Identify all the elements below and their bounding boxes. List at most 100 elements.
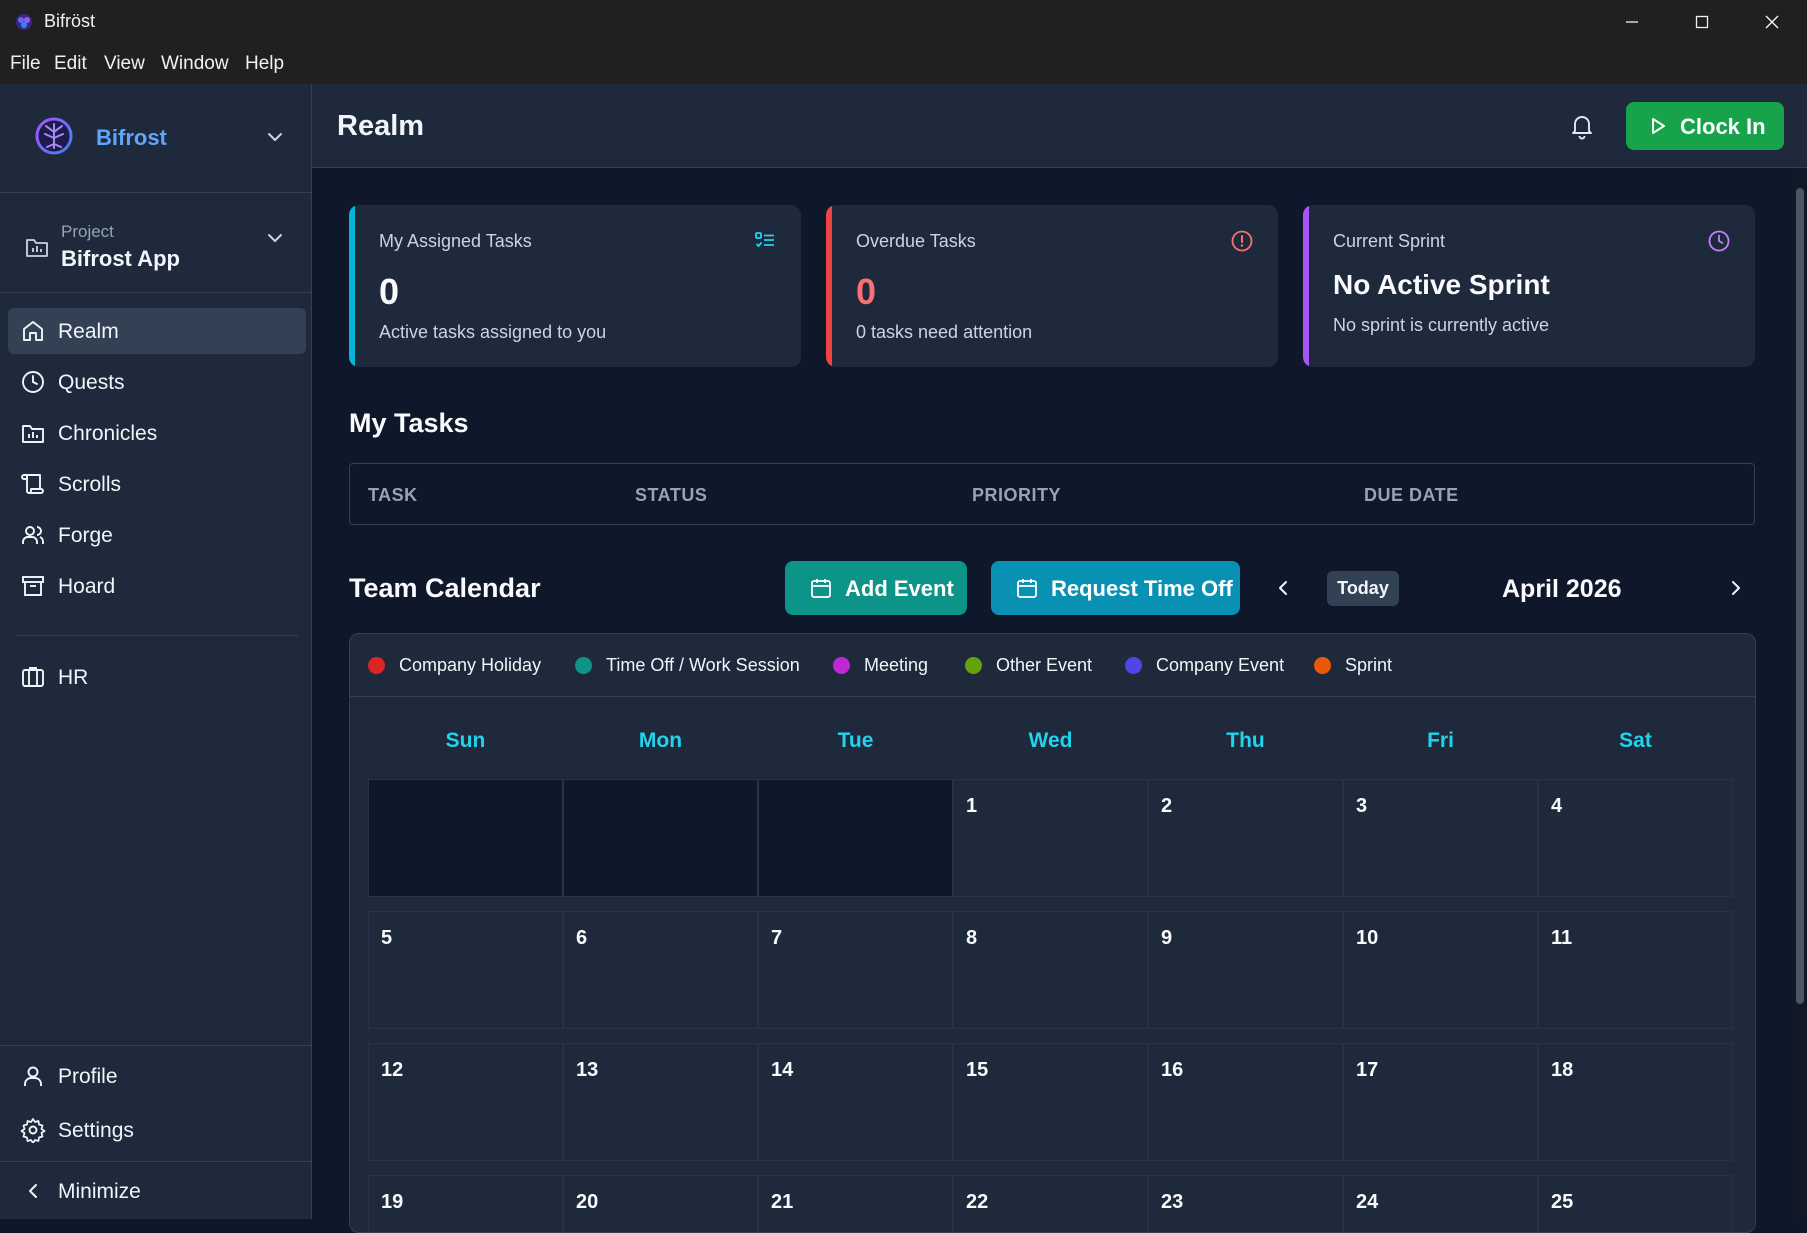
day-cell[interactable]: 24 — [1343, 1175, 1538, 1232]
sidebar-item-quests[interactable]: Quests — [8, 359, 306, 405]
day-cell[interactable]: 25 — [1538, 1175, 1733, 1232]
chevron-right-icon[interactable] — [1724, 576, 1748, 600]
add-event-label: Add Event — [845, 576, 954, 601]
day-cell[interactable]: 8 — [953, 911, 1148, 1029]
card-title: Overdue Tasks — [856, 231, 976, 251]
day-cell[interactable]: 14 — [758, 1043, 953, 1161]
card-accent — [349, 205, 355, 367]
clock-in-button[interactable]: Clock In — [1626, 102, 1784, 150]
calendar-panel: Company Holiday Time Off / Work Session … — [349, 633, 1756, 1233]
menu-edit[interactable]: Edit — [54, 53, 87, 75]
alert-circle-icon — [1230, 229, 1254, 253]
day-cell[interactable]: 12 — [368, 1043, 563, 1161]
overdue-tasks-card: Overdue Tasks 0 0 tasks need attention — [826, 205, 1278, 367]
day-cell[interactable]: 20 — [563, 1175, 758, 1232]
sidebar-item-forge[interactable]: Forge — [8, 512, 306, 558]
project-switcher[interactable]: Project Bifrost App — [0, 192, 311, 293]
page-title: Realm — [337, 110, 425, 142]
day-number: 10 — [1356, 927, 1379, 949]
legend-item-meeting: Meeting — [833, 655, 928, 676]
day-cell[interactable]: 11 — [1538, 911, 1733, 1029]
day-number: 21 — [771, 1191, 794, 1213]
sidebar-item-realm[interactable]: Realm — [8, 308, 306, 354]
scrollbar-thumb[interactable] — [1796, 188, 1804, 1004]
day-number: 3 — [1356, 795, 1368, 817]
day-cell[interactable]: 21 — [758, 1175, 953, 1232]
day-cell[interactable]: 16 — [1148, 1043, 1343, 1161]
clock-icon — [20, 369, 46, 395]
sidebar-item-label: HR — [58, 666, 89, 689]
sidebar-minimize-button[interactable]: Minimize — [8, 1168, 306, 1214]
sidebar-item-scrolls[interactable]: Scrolls — [8, 461, 306, 507]
sidebar-item-hoard[interactable]: Hoard — [8, 563, 306, 609]
column-header-priority[interactable]: PRIORITY — [972, 485, 1061, 506]
add-event-button[interactable]: Add Event — [785, 561, 967, 615]
day-cell[interactable]: 15 — [953, 1043, 1148, 1161]
scroll-icon — [20, 471, 46, 497]
weekday-fri: Fri — [1427, 729, 1454, 752]
day-number: 16 — [1161, 1059, 1184, 1081]
user-icon — [20, 1063, 46, 1089]
card-title: Current Sprint — [1333, 231, 1446, 251]
calendar-icon — [809, 576, 833, 600]
day-cell[interactable]: 1 — [953, 779, 1148, 897]
menu-window[interactable]: Window — [161, 53, 229, 75]
sidebar-item-label: Realm — [58, 320, 119, 343]
legend-label: Sprint — [1345, 655, 1393, 675]
day-cell[interactable]: 3 — [1343, 779, 1538, 897]
legend-item-company-holiday: Company Holiday — [368, 655, 541, 676]
legend-item-time-off: Time Off / Work Session — [575, 655, 800, 676]
day-number: 6 — [576, 927, 588, 949]
day-cell[interactable]: 23 — [1148, 1175, 1343, 1232]
day-cell[interactable]: 6 — [563, 911, 758, 1029]
close-window-button[interactable] — [1737, 0, 1807, 44]
menu-view[interactable]: View — [104, 53, 145, 75]
request-time-off-button[interactable]: Request Time Off — [991, 561, 1240, 615]
calendar-icon — [1015, 576, 1039, 600]
sidebar-item-label: Forge — [58, 524, 113, 547]
team-calendar-title: Team Calendar — [349, 573, 541, 603]
my-tasks-title: My Tasks — [349, 408, 469, 438]
day-cell[interactable]: 22 — [953, 1175, 1148, 1232]
sidebar-item-label: Scrolls — [58, 473, 122, 496]
column-header-status[interactable]: STATUS — [635, 485, 707, 506]
sidebar-item-chronicles[interactable]: Chronicles — [8, 410, 306, 456]
day-number: 24 — [1356, 1191, 1379, 1213]
clock-in-label: Clock In — [1680, 114, 1766, 139]
weekday-wed: Wed — [1028, 729, 1073, 752]
day-cell[interactable]: 5 — [368, 911, 563, 1029]
day-number: 14 — [771, 1059, 794, 1081]
day-cell[interactable]: 17 — [1343, 1043, 1538, 1161]
sidebar-item-profile[interactable]: Profile — [8, 1053, 306, 1099]
day-cell-empty — [758, 779, 953, 897]
day-cell[interactable]: 13 — [563, 1043, 758, 1161]
maximize-window-button[interactable] — [1667, 0, 1737, 44]
bell-icon[interactable] — [1568, 112, 1596, 140]
main-scrollbar[interactable] — [1793, 170, 1805, 1219]
day-cell[interactable]: 7 — [758, 911, 953, 1029]
minimize-window-button[interactable] — [1597, 0, 1667, 44]
chevron-left-icon[interactable] — [1271, 576, 1295, 600]
workspace-name: Bifrost — [96, 125, 167, 150]
column-header-task[interactable]: TASK — [368, 485, 418, 506]
menu-help[interactable]: Help — [245, 53, 284, 75]
request-time-off-label: Request Time Off — [1051, 576, 1233, 601]
day-cell[interactable]: 4 — [1538, 779, 1733, 897]
briefcase-icon — [20, 664, 46, 690]
day-number: 22 — [966, 1191, 989, 1213]
folder-chart-icon — [24, 234, 50, 260]
column-header-due-date[interactable]: DUE DATE — [1364, 485, 1459, 506]
legend-item-company-event: Company Event — [1125, 655, 1284, 676]
sidebar-item-hr[interactable]: HR — [8, 654, 306, 700]
menu-file[interactable]: File — [10, 53, 41, 75]
day-cell[interactable]: 9 — [1148, 911, 1343, 1029]
day-cell[interactable]: 10 — [1343, 911, 1538, 1029]
day-cell[interactable]: 18 — [1538, 1043, 1733, 1161]
day-cell[interactable]: 2 — [1148, 779, 1343, 897]
today-button[interactable]: Today — [1327, 571, 1399, 606]
card-subtitle: 0 tasks need attention — [856, 322, 1033, 342]
day-cell[interactable]: 19 — [368, 1175, 563, 1232]
sidebar-item-settings[interactable]: Settings — [8, 1107, 306, 1153]
workspace-switcher[interactable]: Bifrost — [0, 84, 311, 193]
page-header: Realm Clock In — [312, 84, 1807, 168]
